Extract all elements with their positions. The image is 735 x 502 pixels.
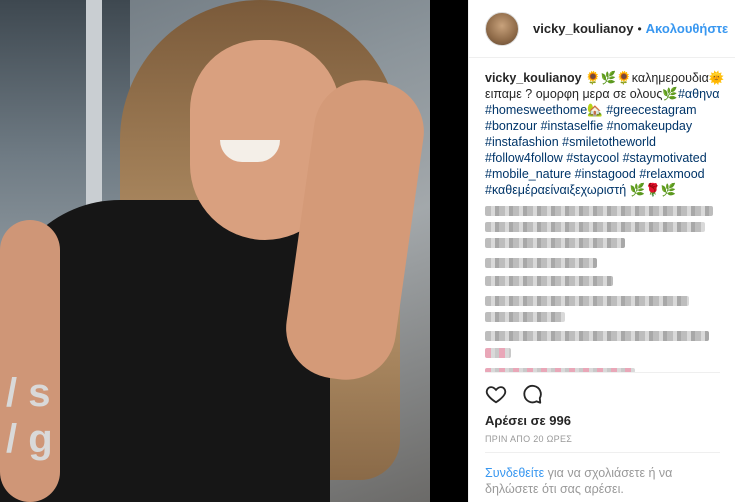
hashtag[interactable]: #instaselfie: [541, 119, 604, 133]
hashtag[interactable]: #homesweethome🏡: [485, 103, 603, 117]
hashtag[interactable]: #mobile_nature: [485, 167, 571, 181]
post-side-panel: vicky_koulianoy • Ακολουθήστε vicky_koul…: [468, 0, 735, 502]
post-actions: [485, 383, 543, 405]
blurred-comment: [485, 296, 689, 306]
blurred-comment: [485, 312, 565, 322]
blurred-comment: [485, 238, 625, 248]
blurred-comment: [485, 206, 713, 216]
hashtag[interactable]: #instafashion: [485, 135, 559, 149]
hashtag[interactable]: #smiletotheworld: [562, 135, 656, 149]
blurred-comment: [485, 222, 705, 232]
caption-emoji: 🌿🌹🌿: [626, 183, 677, 197]
hashtag[interactable]: #bonzour: [485, 119, 537, 133]
hashtag[interactable]: #staycool: [566, 151, 619, 165]
blurred-comment: [485, 258, 597, 268]
post-caption: vicky_koulianoy 🌻🌿🌻καλημερουδια🌞 ειπαμε …: [485, 70, 731, 198]
follow-button[interactable]: Ακολουθήστε: [646, 21, 729, 36]
hashtag[interactable]: #greecestagram: [606, 103, 696, 117]
caption-username[interactable]: vicky_koulianoy: [485, 71, 582, 85]
login-link[interactable]: Συνδεθείτε: [485, 466, 544, 480]
photo-shirt-print: / s / g: [6, 371, 53, 461]
comment-icon[interactable]: [521, 383, 543, 405]
blurred-comment: [485, 276, 613, 286]
hashtag[interactable]: #nomakeupday: [607, 119, 692, 133]
photo-panel-divider: [430, 0, 468, 502]
hashtag[interactable]: #follow4follow: [485, 151, 563, 165]
actions-divider: [485, 372, 720, 373]
likes-count[interactable]: Αρέσει σε 996: [485, 413, 571, 428]
header-username[interactable]: vicky_koulianoy: [533, 21, 633, 36]
heart-icon[interactable]: [485, 383, 507, 405]
hashtag[interactable]: #instagood: [575, 167, 636, 181]
hashtag[interactable]: #καθεμέραείναιξεχωριστή: [485, 183, 626, 197]
login-prompt: Συνδεθείτε για να σχολιάσετε ή να δηλώσε…: [485, 465, 715, 497]
blurred-comment: [485, 331, 709, 341]
post-timestamp[interactable]: ΠΡΙΝ ΑΠΟ 20 ΩΡΕΣ: [485, 434, 572, 444]
instagram-post: / s / g vicky_koulianoy • Ακολουθήστε vi…: [0, 0, 735, 502]
post-header: vicky_koulianoy • Ακολουθήστε: [469, 0, 735, 58]
hashtag[interactable]: #relaxmood: [639, 167, 704, 181]
hashtag[interactable]: #αθηνα: [678, 87, 720, 101]
post-photo[interactable]: / s / g: [0, 0, 430, 502]
hashtag[interactable]: #staymotivated: [623, 151, 707, 165]
blurred-comment: [485, 348, 511, 358]
login-divider: [485, 452, 720, 453]
header-separator: •: [637, 21, 642, 36]
avatar[interactable]: [485, 11, 519, 46]
